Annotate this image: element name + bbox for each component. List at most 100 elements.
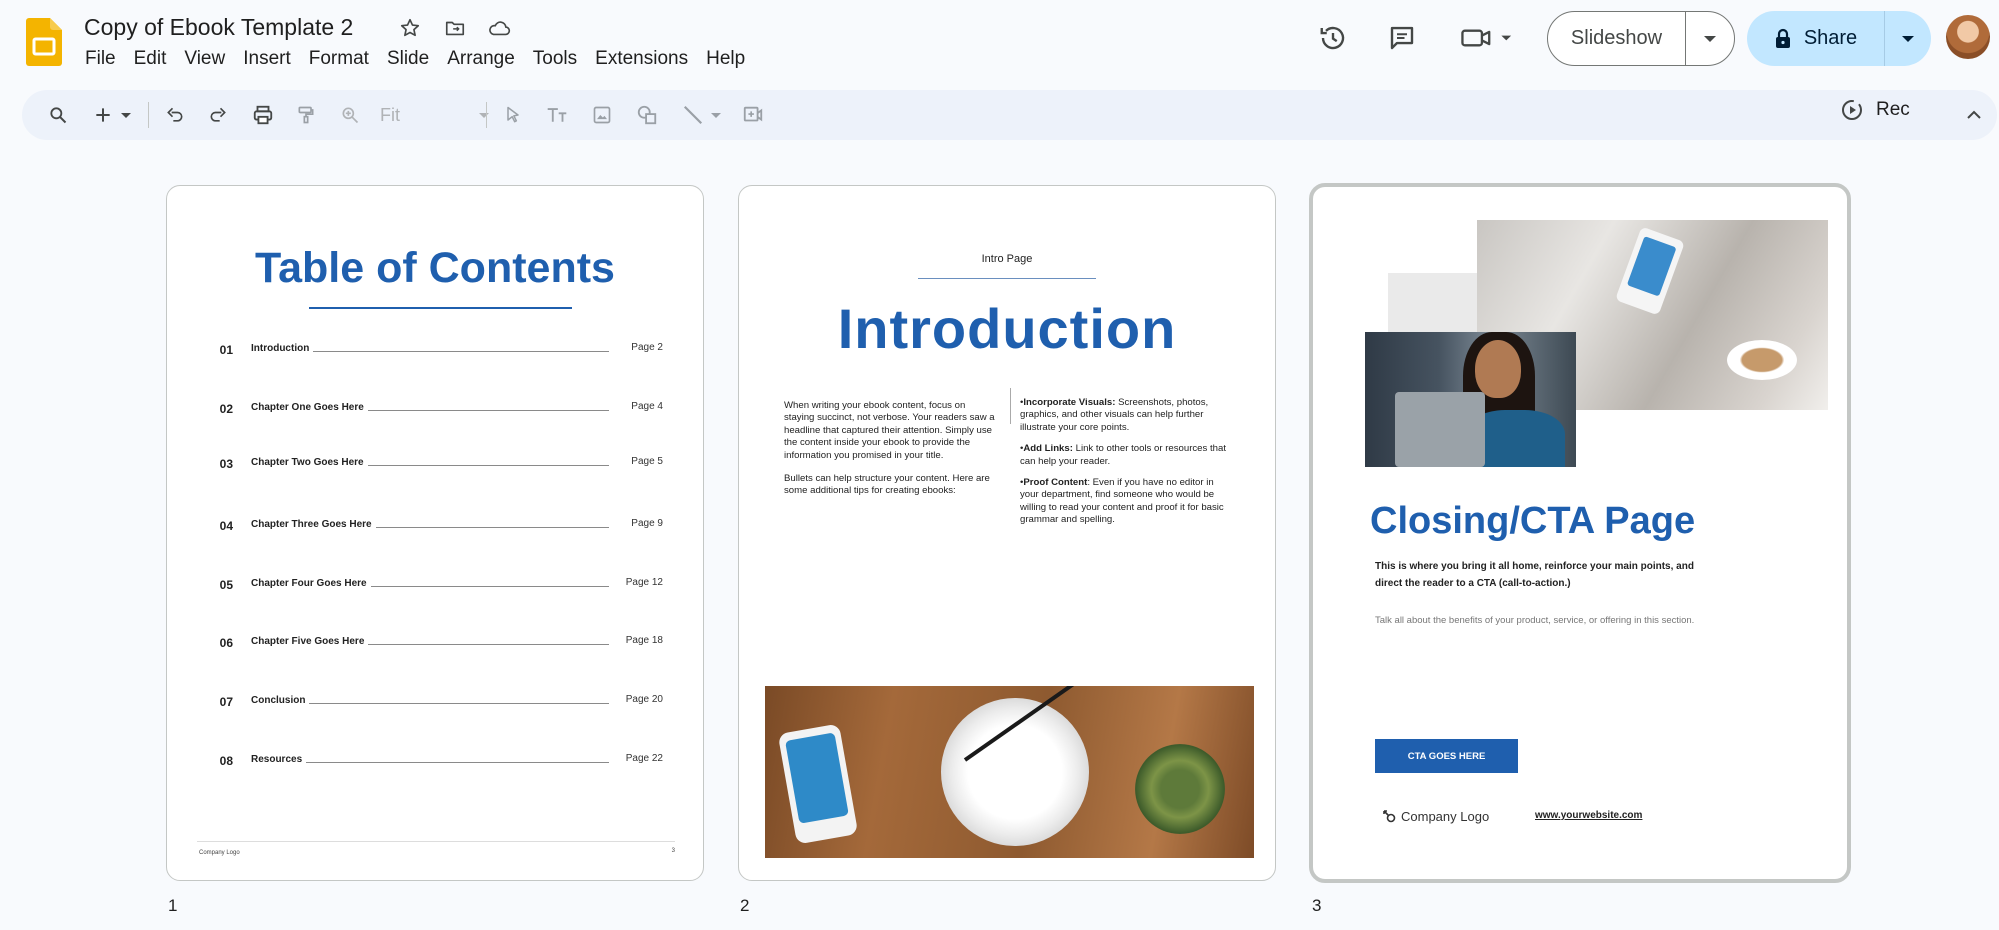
toc-page: Page 12 [621,577,663,588]
slideshow-options-chevron-icon[interactable] [1686,12,1734,65]
line-type-chevron-icon[interactable] [706,98,726,132]
toc-row: 06 Chapter Five Goes Here Page 18 [207,632,667,652]
intro-left-column: When writing your ebook content, focus o… [784,400,997,509]
toc-label: Chapter Three Goes Here [251,519,376,530]
toc-page: Page 22 [621,753,663,764]
woman-face-shape [1475,340,1521,398]
redo-icon[interactable] [201,98,235,132]
menu-slide[interactable]: Slide [378,46,438,72]
toc-number: 05 [219,578,233,592]
toc-label: Chapter Two Goes Here [251,457,368,468]
search-menus-icon[interactable] [41,98,75,132]
toolbar-divider [148,102,149,128]
kicker-underline [918,278,1096,279]
toolbar-divider [486,102,487,128]
bowl-image [941,698,1089,846]
select-cursor-icon[interactable] [496,98,530,132]
decorative-block [1388,273,1480,333]
toc-row: 05 Chapter Four Goes Here Page 12 [207,574,667,594]
menu-edit[interactable]: Edit [125,46,176,72]
collapse-toolbar-chevron-up-icon[interactable] [1957,98,1991,132]
slide-title: Table of Contents [255,244,615,292]
tip-bullet: •Add Links: Link to other tools or resou… [1020,443,1226,467]
toc-number: 08 [219,754,233,768]
cta-lead-text: This is where you bring it all home, rei… [1375,561,1694,589]
slideshow-button-group: Slideshow [1547,11,1735,66]
company-logo: Company Logo [1381,808,1489,824]
cta-placeholder-button: CTA GOES HERE [1375,739,1518,773]
slide-thumbnail-3[interactable]: Closing/CTA Page This is where you bring… [1309,183,1851,883]
menu-file[interactable]: File [76,46,125,72]
version-history-icon[interactable] [1315,20,1351,56]
share-options-chevron-icon[interactable] [1885,11,1931,66]
toc-number: 04 [219,519,233,533]
meet-camera-icon[interactable] [1458,20,1518,56]
shape-icon[interactable] [630,98,664,132]
zoom-icon[interactable] [333,98,367,132]
slide-title: Introduction [837,297,1177,360]
share-button-group: Share [1747,11,1931,66]
footer-page-number: 3 [671,848,675,854]
slide-thumbnail-2[interactable]: Intro Page Introduction When writing you… [738,185,1276,881]
website-url: www.yourwebsite.com [1535,810,1643,821]
paint-format-icon[interactable] [289,98,323,132]
footer-logo: Company Logo [199,850,240,856]
toc-page: Page 20 [621,694,663,705]
move-folder-icon[interactable] [441,14,469,42]
slideshow-button[interactable]: Slideshow [1548,12,1686,65]
record-icon [1842,100,1862,120]
toc-page: Page 5 [627,456,663,467]
new-slide-layout-chevron-icon[interactable] [116,98,136,132]
menu-extensions[interactable]: Extensions [586,46,697,72]
toolbar: Fit Rec [22,90,1997,140]
toc-row: 07 Conclusion Page 20 [207,691,667,711]
comments-icon[interactable] [1384,20,1420,56]
zoom-select[interactable]: Fit [380,102,490,128]
new-slide-plus-icon[interactable] [86,98,120,132]
slide-title: Closing/CTA Page [1370,500,1696,542]
menu-view[interactable]: View [175,46,234,72]
menu-format[interactable]: Format [300,46,378,72]
account-avatar[interactable] [1946,15,1990,59]
undo-icon[interactable] [158,98,192,132]
intro-right-column: •Incorporate Visuals: Screenshots, photo… [1020,397,1233,536]
card-terminal-image [1615,226,1685,316]
tip-bullet: •Proof Content: Even if you have no edit… [1020,477,1224,526]
app-header: Copy of Ebook Template 2 File Edit View … [0,0,1999,82]
document-title[interactable]: Copy of Ebook Template 2 [84,14,353,41]
intro-paragraph: When writing your ebook content, focus o… [784,400,995,461]
text-box-icon[interactable] [540,98,574,132]
print-icon[interactable] [246,98,280,132]
star-icon[interactable] [396,14,424,42]
slide-number-2: 2 [740,896,750,915]
insert-image-icon[interactable] [585,98,619,132]
line-icon[interactable] [676,98,710,132]
coffee-cup-image [1727,340,1797,380]
menu-help[interactable]: Help [697,46,754,72]
rec-button[interactable]: Rec [1840,98,1910,122]
tip-bullet: •Incorporate Visuals: Screenshots, photo… [1020,397,1209,433]
slides-logo-icon[interactable] [26,18,62,66]
succulent-image [1135,744,1225,834]
toc-row: 01 Introduction Page 2 [207,339,667,359]
slide-thumbnail-1[interactable]: Table of Contents 01 Introduction Page 2… [166,185,704,881]
toc-page: Page 9 [627,518,663,529]
toc-number: 03 [219,457,233,471]
toc-label: Introduction [251,343,314,354]
lock-icon [1775,28,1790,48]
title-underline [309,307,572,309]
menu-arrange[interactable]: Arrange [438,46,524,72]
toc-page: Page 18 [621,635,663,646]
comment-add-icon[interactable] [736,98,770,132]
slide-kicker: Intro Page [981,253,1033,265]
cloud-saved-icon[interactable] [485,14,513,42]
company-logo-text: Company Logo [1401,808,1490,824]
menu-tools[interactable]: Tools [524,46,586,72]
toc-number: 01 [219,343,233,357]
share-button[interactable]: Share [1747,11,1885,66]
menu-insert[interactable]: Insert [234,46,300,72]
toc-label: Resources [251,754,307,765]
zoom-value: Fit [380,104,400,125]
toc-number: 06 [219,636,233,650]
toc-row: 08 Resources Page 22 [207,750,667,770]
